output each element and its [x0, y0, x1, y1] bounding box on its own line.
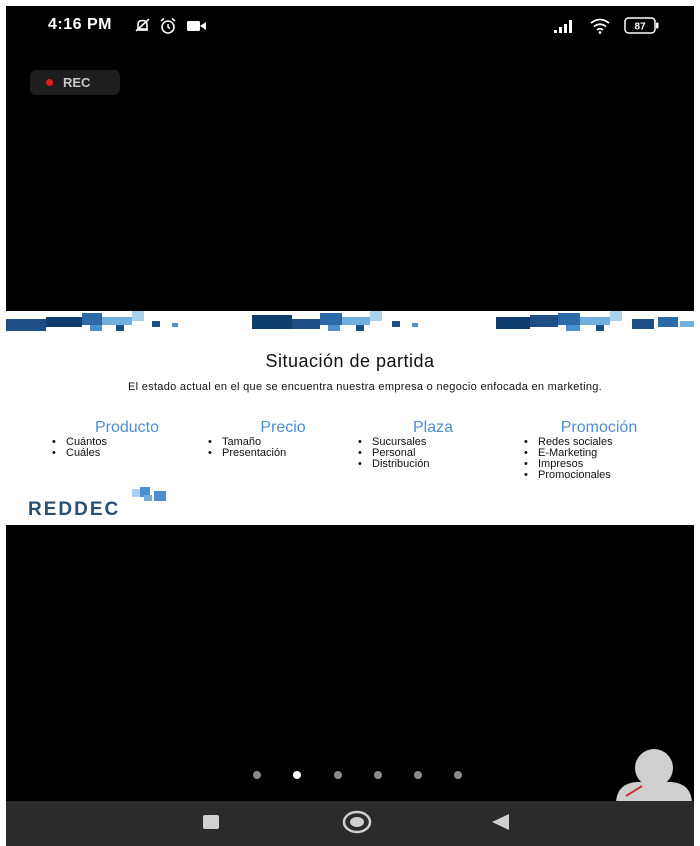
status-time: 4:16 PM [48, 16, 112, 33]
list-item: Distribución [358, 459, 508, 470]
recording-label: REC [63, 75, 91, 90]
video-camera-icon [187, 21, 206, 31]
column-heading: Plaza [412, 419, 454, 436]
circle-icon [342, 810, 372, 834]
square-icon [203, 815, 219, 829]
page-dot[interactable] [454, 771, 462, 779]
page-dot[interactable] [334, 771, 342, 779]
logo-text: REDDEC [28, 499, 121, 520]
page-dot-active[interactable] [293, 771, 301, 779]
shared-slide: Situación de partida El estado actual en… [6, 311, 694, 525]
wifi-icon [590, 18, 610, 34]
column-precio: Precio Tamaño Presentación [208, 419, 358, 459]
column-plaza: Plaza Sucursales Personal Distribución [358, 419, 508, 470]
column-promocion: Promoción Redes sociales E-Marketing Imp… [524, 419, 674, 481]
page-dot[interactable] [253, 771, 261, 779]
reddec-logo: REDDEC [26, 487, 186, 523]
page-indicator[interactable] [253, 771, 463, 781]
recording-indicator: REC [30, 70, 120, 95]
slide-description: El estado actual en el que se encuentra … [127, 381, 603, 393]
alarm-icon [160, 17, 176, 34]
slide-title: Situación de partida [265, 351, 435, 371]
page-dot[interactable] [374, 771, 382, 779]
battery-level: 87 [634, 22, 646, 33]
back-button[interactable] [490, 812, 512, 832]
list-item: Promocionales [524, 470, 674, 481]
battery-icon: 87 [624, 17, 659, 34]
list-item: Cuáles [52, 448, 202, 459]
recents-button[interactable] [202, 813, 220, 831]
triangle-back-icon [492, 814, 509, 830]
app-screen: 4:16 PM 87 REC Situación de partida El e… [6, 6, 694, 846]
slide-header-pattern [6, 311, 694, 331]
page-dot[interactable] [414, 771, 422, 779]
participant-avatar-icon[interactable] [612, 746, 694, 804]
notifications-muted-icon [135, 18, 150, 32]
column-producto: Producto Cuántos Cuáles [52, 419, 202, 459]
list-item: Presentación [208, 448, 358, 459]
status-bar: 4:16 PM 87 [6, 6, 694, 46]
column-heading: Precio [260, 419, 306, 436]
column-heading: Producto [94, 419, 160, 436]
signal-icon [554, 20, 572, 33]
system-nav-bar [6, 801, 694, 846]
column-heading: Promoción [560, 419, 638, 436]
record-dot-icon [46, 79, 53, 86]
home-button[interactable] [342, 809, 372, 835]
